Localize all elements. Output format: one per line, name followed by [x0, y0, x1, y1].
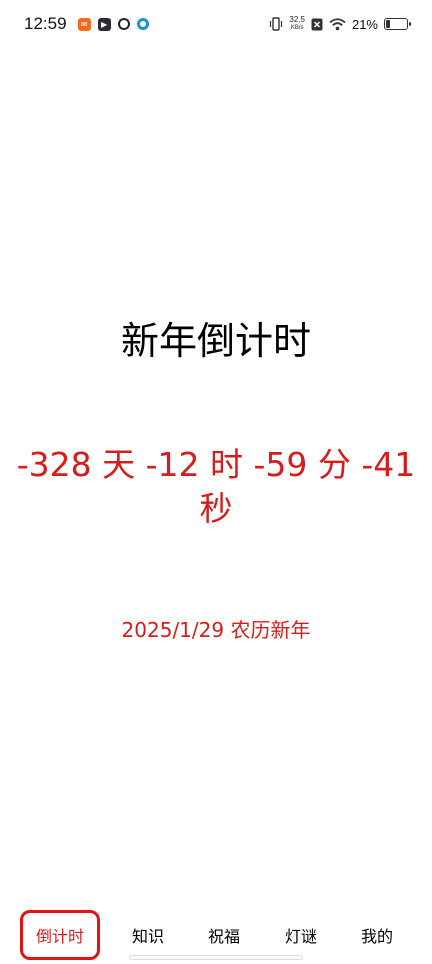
home-indicator[interactable] — [129, 955, 303, 960]
net-speed: 32.5 KB/s — [289, 16, 305, 32]
battery-fill — [386, 20, 391, 28]
status-bar-right: 32.5 KB/s 21% — [269, 16, 411, 32]
vibrate-icon — [270, 17, 283, 31]
net-speed-value: 32.5 — [289, 15, 305, 24]
app-screen: 12:59 ✉ ▶ 32.5 KB/s 21% 新年倒计时 -328 天 -12… — [0, 0, 432, 964]
wifi-icon — [329, 17, 346, 30]
tab-blessings[interactable]: 祝福 — [189, 910, 259, 960]
countdown-text: -328 天 -12 时 -59 分 -41 秒 — [16, 445, 416, 528]
orange-app-icon: ✉ — [77, 17, 91, 31]
sim-off-icon — [311, 18, 323, 30]
status-bar: 12:59 ✉ ▶ 32.5 KB/s 21% — [0, 0, 432, 48]
play-icon: ▶ — [97, 17, 111, 31]
tab-countdown[interactable]: 倒计时 — [20, 910, 100, 960]
net-speed-unit: KB/s — [290, 25, 304, 31]
tab-riddles[interactable]: 灯谜 — [266, 910, 336, 960]
tab-knowledge[interactable]: 知识 — [113, 910, 183, 960]
status-bar-left: 12:59 ✉ ▶ — [24, 14, 149, 34]
battery-icon — [384, 18, 411, 30]
browser-icon — [136, 18, 149, 30]
link-icon — [117, 18, 130, 30]
tab-mine[interactable]: 我的 — [342, 910, 412, 960]
battery-percent: 21% — [351, 16, 378, 32]
page-title: 新年倒计时 — [120, 319, 311, 363]
target-date: 2025/1/29 农历新年 — [121, 618, 311, 642]
status-time: 12:59 — [24, 14, 67, 33]
